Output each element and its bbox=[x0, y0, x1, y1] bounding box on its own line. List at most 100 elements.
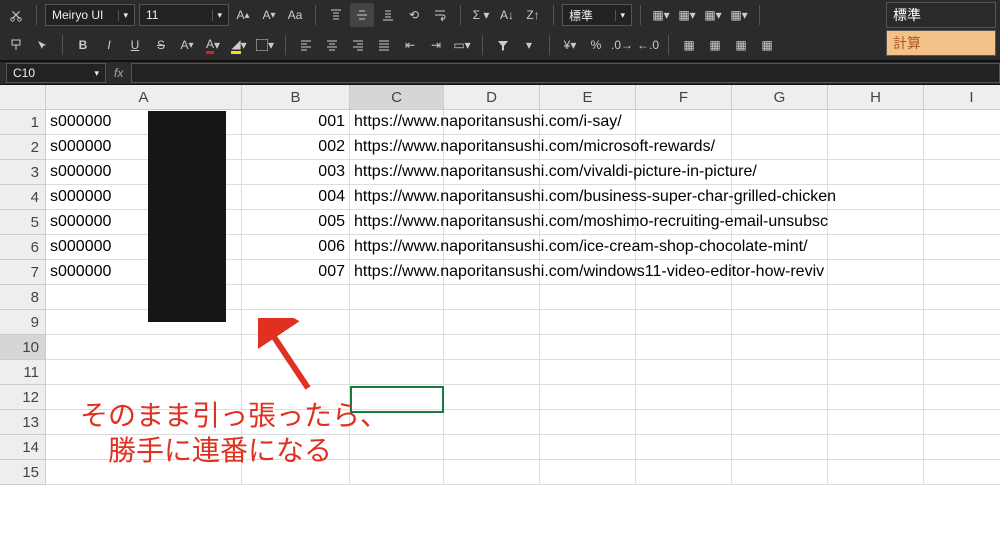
cell[interactable] bbox=[828, 285, 924, 310]
cell[interactable] bbox=[828, 435, 924, 460]
chart-icon[interactable]: ▦ bbox=[729, 33, 753, 57]
cell[interactable] bbox=[540, 460, 636, 485]
cell[interactable] bbox=[636, 385, 732, 410]
cell[interactable] bbox=[924, 235, 1000, 260]
cell[interactable] bbox=[636, 410, 732, 435]
image-icon[interactable]: ▦ bbox=[755, 33, 779, 57]
cell[interactable] bbox=[46, 360, 242, 385]
merge-cells-icon[interactable]: ▭▾ bbox=[450, 33, 474, 57]
cell[interactable] bbox=[636, 435, 732, 460]
row-header[interactable]: 5 bbox=[0, 210, 46, 235]
cell[interactable] bbox=[350, 360, 444, 385]
align-top-icon[interactable] bbox=[324, 3, 348, 27]
italic-button[interactable]: I bbox=[97, 33, 121, 57]
cell[interactable] bbox=[444, 285, 540, 310]
cell[interactable] bbox=[444, 310, 540, 335]
cell[interactable] bbox=[732, 410, 828, 435]
cell[interactable] bbox=[828, 135, 924, 160]
row-header[interactable]: 10 bbox=[0, 335, 46, 360]
column-header[interactable]: E bbox=[540, 85, 636, 110]
column-header[interactable]: D bbox=[444, 85, 540, 110]
align-center-icon[interactable] bbox=[320, 33, 344, 57]
cell[interactable] bbox=[636, 460, 732, 485]
column-header[interactable]: B bbox=[242, 85, 350, 110]
row-header[interactable]: 2 bbox=[0, 135, 46, 160]
cell[interactable] bbox=[732, 110, 828, 135]
cell[interactable] bbox=[732, 285, 828, 310]
cell[interactable] bbox=[924, 410, 1000, 435]
row-header[interactable]: 3 bbox=[0, 160, 46, 185]
cell[interactable] bbox=[828, 235, 924, 260]
cell[interactable]: https://www.naporitansushi.com/microsoft… bbox=[350, 135, 444, 160]
align-left-icon[interactable] bbox=[294, 33, 318, 57]
row-header[interactable]: 11 bbox=[0, 360, 46, 385]
cell[interactable] bbox=[924, 285, 1000, 310]
column-header[interactable]: I bbox=[924, 85, 1000, 110]
strike-button[interactable]: S bbox=[149, 33, 173, 57]
format-cells-icon[interactable]: ▦▾ bbox=[701, 3, 725, 27]
cell[interactable] bbox=[924, 110, 1000, 135]
formula-bar[interactable] bbox=[131, 63, 1000, 83]
row-header[interactable]: 4 bbox=[0, 185, 46, 210]
increase-font-icon[interactable]: A▴ bbox=[231, 3, 255, 27]
currency-icon[interactable]: ¥▾ bbox=[558, 33, 582, 57]
cell[interactable] bbox=[828, 310, 924, 335]
cell[interactable] bbox=[924, 210, 1000, 235]
align-middle-icon[interactable] bbox=[350, 3, 374, 27]
delete-cells-icon[interactable]: ▦▾ bbox=[675, 3, 699, 27]
decimal-dec-icon[interactable]: ←.0 bbox=[636, 33, 660, 57]
cell[interactable] bbox=[924, 260, 1000, 285]
cell[interactable]: https://www.naporitansushi.com/moshimo-r… bbox=[350, 210, 444, 235]
cell[interactable] bbox=[828, 110, 924, 135]
cell[interactable]: 002 bbox=[242, 135, 350, 160]
format-painter-icon[interactable] bbox=[4, 33, 28, 57]
cell[interactable] bbox=[636, 335, 732, 360]
cell[interactable] bbox=[46, 335, 242, 360]
cell[interactable] bbox=[732, 360, 828, 385]
indent-increase-icon[interactable]: ⇥ bbox=[424, 33, 448, 57]
cell[interactable] bbox=[350, 335, 444, 360]
font-name-select[interactable]: Meiryo UI▾ bbox=[45, 4, 135, 26]
column-header[interactable]: G bbox=[732, 85, 828, 110]
cell[interactable] bbox=[828, 335, 924, 360]
cell[interactable] bbox=[636, 110, 732, 135]
cell[interactable] bbox=[828, 460, 924, 485]
cell[interactable] bbox=[540, 435, 636, 460]
row-header[interactable]: 8 bbox=[0, 285, 46, 310]
cell[interactable] bbox=[732, 460, 828, 485]
cell[interactable]: 005 bbox=[242, 210, 350, 235]
cell[interactable] bbox=[350, 285, 444, 310]
cell[interactable] bbox=[732, 135, 828, 160]
row-header[interactable]: 14 bbox=[0, 435, 46, 460]
cell[interactable] bbox=[350, 310, 444, 335]
cell[interactable] bbox=[924, 335, 1000, 360]
cell[interactable]: https://www.naporitansushi.com/vivaldi-p… bbox=[350, 160, 444, 185]
cell[interactable] bbox=[732, 310, 828, 335]
select-objects-icon[interactable] bbox=[30, 33, 54, 57]
cell[interactable]: 003 bbox=[242, 160, 350, 185]
cell[interactable] bbox=[444, 335, 540, 360]
cell[interactable] bbox=[924, 385, 1000, 410]
autosum-icon[interactable]: Σ ▾ bbox=[469, 3, 493, 27]
row-header[interactable]: 1 bbox=[0, 110, 46, 135]
cell[interactable] bbox=[444, 435, 540, 460]
row-header[interactable]: 6 bbox=[0, 235, 46, 260]
cell[interactable] bbox=[540, 310, 636, 335]
cell[interactable] bbox=[540, 410, 636, 435]
cell[interactable] bbox=[444, 385, 540, 410]
percent-icon[interactable]: % bbox=[584, 33, 608, 57]
underline-button[interactable]: U bbox=[123, 33, 147, 57]
name-box[interactable]: C10▾ bbox=[6, 63, 106, 83]
cell[interactable] bbox=[540, 285, 636, 310]
select-all-corner[interactable] bbox=[0, 85, 46, 110]
cell[interactable] bbox=[732, 385, 828, 410]
cell[interactable] bbox=[636, 360, 732, 385]
cell[interactable] bbox=[828, 185, 924, 210]
style-calculation[interactable]: 計算 bbox=[886, 30, 996, 56]
cell[interactable]: 007 bbox=[242, 260, 350, 285]
highlight-icon[interactable]: ◢▾ bbox=[227, 33, 251, 57]
decrease-font-icon[interactable]: A▾ bbox=[257, 3, 281, 27]
filter-icon[interactable] bbox=[491, 33, 515, 57]
style-standard[interactable]: 標準 bbox=[886, 2, 996, 28]
font-size-select[interactable]: 11▾ bbox=[139, 4, 229, 26]
